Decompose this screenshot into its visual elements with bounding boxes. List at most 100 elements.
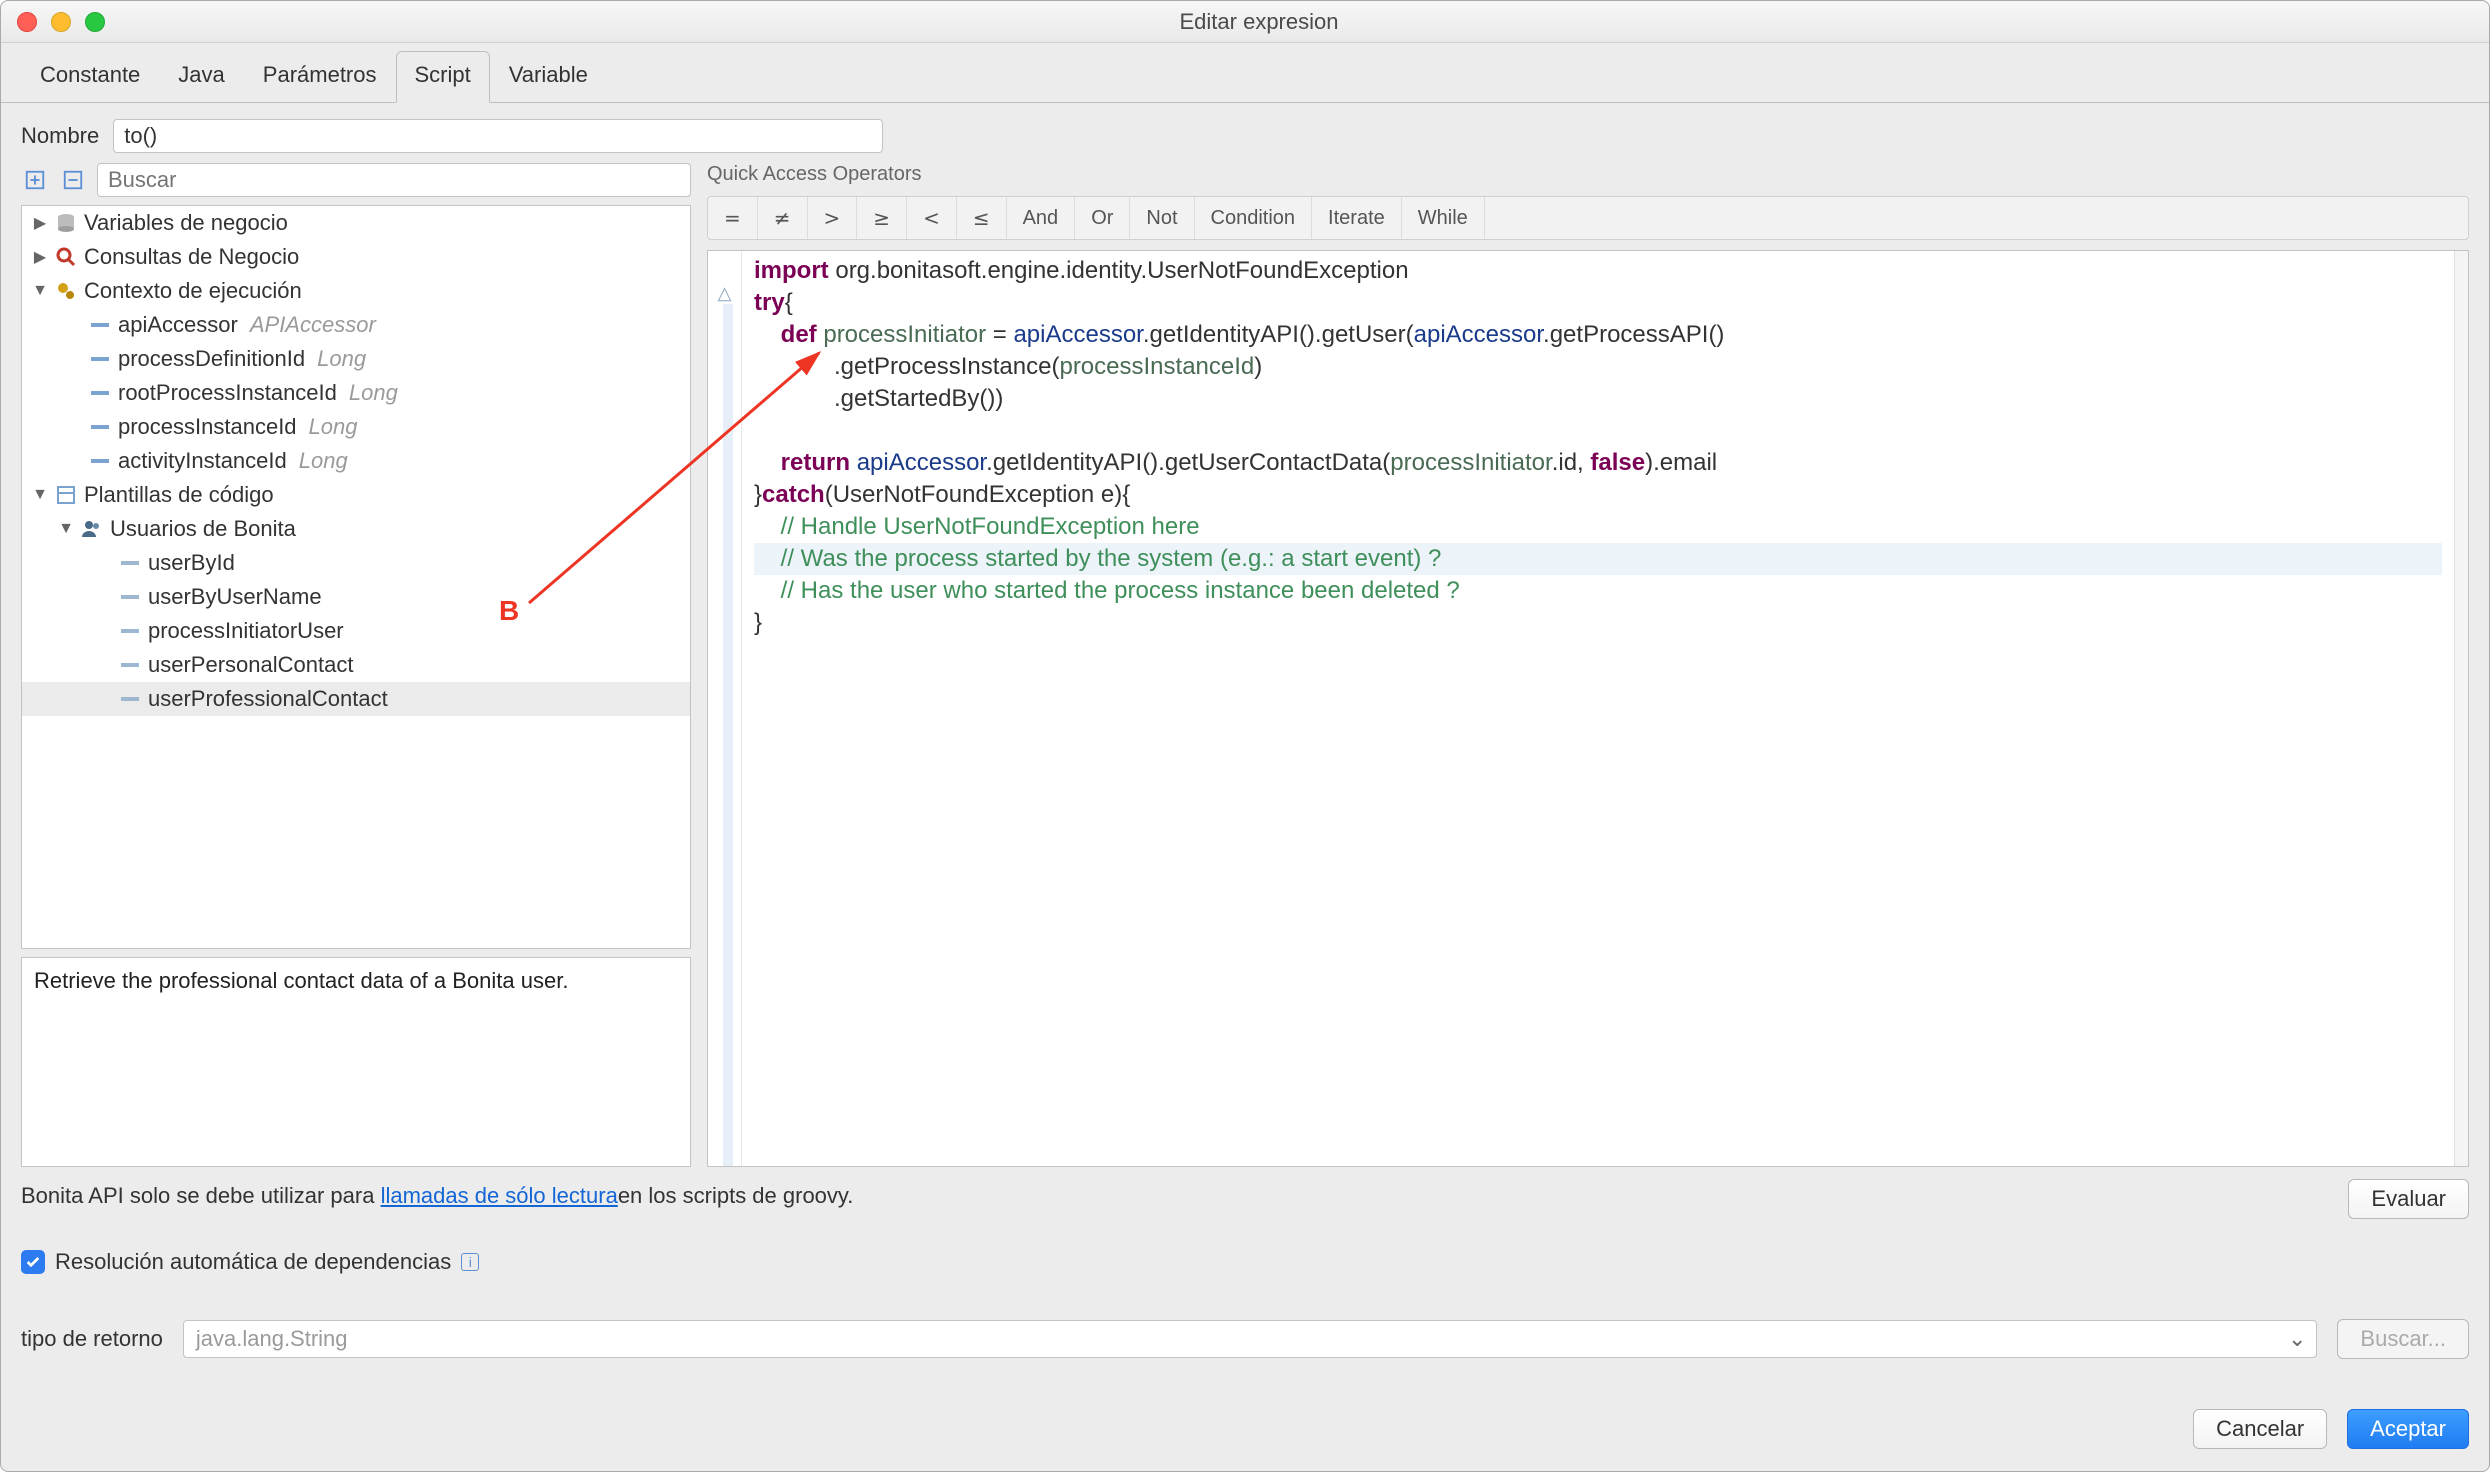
tree-label: processDefinitionId: [118, 346, 305, 372]
tree-label: processInstanceId: [118, 414, 297, 440]
type-hint: APIAccessor: [250, 312, 376, 338]
left-pane: ▶ Variables de negocio ▶ Consultas de Ne…: [21, 163, 691, 1167]
dialog-content: Nombre ▶ Variable: [1, 103, 2489, 1471]
op-or[interactable]: Or: [1075, 197, 1130, 239]
tree-node-user-item-selected[interactable]: userProfessionalContact: [22, 682, 690, 716]
dialog-window: Editar expresion Constante Java Parámetr…: [0, 0, 2490, 1472]
variable-icon: [88, 313, 112, 337]
tab-constante[interactable]: Constante: [21, 51, 159, 103]
tree-label: Consultas de Negocio: [84, 244, 299, 270]
tree-label: Contexto de ejecución: [84, 278, 302, 304]
quick-access-label: Quick Access Operators: [707, 163, 2469, 186]
tree-node-exec-context[interactable]: ▼ Contexto de ejecución: [22, 274, 690, 308]
variable-icon: [88, 415, 112, 439]
query-icon: [54, 245, 78, 269]
tree-label: Usuarios de Bonita: [110, 516, 296, 542]
op-iterate[interactable]: Iterate: [1312, 197, 1402, 239]
tree-node-user-item[interactable]: processInitiatorUser: [22, 614, 690, 648]
op-ne[interactable]: ≠: [758, 197, 808, 239]
code-text[interactable]: import org.bonitasoft.engine.identity.Us…: [742, 251, 2454, 1166]
expand-all-icon[interactable]: [21, 166, 49, 194]
template-icon: [54, 483, 78, 507]
cancel-button[interactable]: Cancelar: [2193, 1409, 2327, 1449]
tab-parametros[interactable]: Parámetros: [244, 51, 396, 103]
type-hint: Long: [317, 346, 366, 372]
titlebar: Editar expresion: [1, 1, 2489, 43]
name-row: Nombre: [21, 119, 2469, 153]
name-input[interactable]: [113, 119, 883, 153]
tree-node-business-vars[interactable]: ▶ Variables de negocio: [22, 206, 690, 240]
op-lt[interactable]: <: [907, 197, 957, 239]
tree-node-user-item[interactable]: userById: [22, 546, 690, 580]
op-while[interactable]: While: [1402, 197, 1485, 239]
tree-label: activityInstanceId: [118, 448, 287, 474]
database-icon: [54, 211, 78, 235]
op-condition[interactable]: Condition: [1195, 197, 1313, 239]
type-hint: Long: [349, 380, 398, 406]
snippet-icon: [118, 653, 142, 677]
type-hint: Long: [309, 414, 358, 440]
op-le[interactable]: ≤: [957, 197, 1007, 239]
tree-node-ctx-item[interactable]: activityInstanceId Long: [22, 444, 690, 478]
editor-scrollbar[interactable]: [2454, 251, 2468, 1166]
tree-node-user-item[interactable]: userPersonalContact: [22, 648, 690, 682]
description-text: Retrieve the professional contact data o…: [34, 968, 568, 993]
return-type-value: java.lang.String: [196, 1326, 348, 1352]
op-ge[interactable]: ≥: [857, 197, 907, 239]
code-editor[interactable]: △ import org.bonitasoft.engine.identity.…: [707, 250, 2469, 1167]
op-and[interactable]: And: [1007, 197, 1076, 239]
op-gt[interactable]: >: [808, 197, 858, 239]
tree-node-bonita-users[interactable]: ▼ Usuarios de Bonita: [22, 512, 690, 546]
fold-bar: [723, 304, 733, 1166]
arrow-down-icon[interactable]: ▼: [32, 486, 48, 504]
collapse-all-icon[interactable]: [59, 166, 87, 194]
arrow-down-icon[interactable]: ▼: [32, 282, 48, 300]
dependency-label: Resolución automática de dependencias: [55, 1249, 451, 1275]
tree-node-user-item[interactable]: userByUserName: [22, 580, 690, 614]
type-hint: Long: [299, 448, 348, 474]
evaluate-button[interactable]: Evaluar: [2348, 1179, 2469, 1219]
arrow-down-icon[interactable]: ▼: [58, 520, 74, 538]
tree-node-code-templates[interactable]: ▼ Plantillas de código: [22, 478, 690, 512]
info-icon[interactable]: i: [461, 1253, 479, 1271]
op-not[interactable]: Not: [1130, 197, 1194, 239]
fold-icon[interactable]: △: [718, 283, 732, 304]
chevron-down-icon[interactable]: ⌄: [2288, 1326, 2306, 1352]
tree-node-ctx-item[interactable]: rootProcessInstanceId Long: [22, 376, 690, 410]
tree-label: userByUserName: [148, 584, 322, 610]
return-type-row: tipo de retorno java.lang.String ⌄ Busca…: [21, 1319, 2469, 1359]
minimize-window-button[interactable]: [51, 12, 71, 32]
variable-icon: [88, 381, 112, 405]
arrow-right-icon[interactable]: ▶: [32, 247, 48, 267]
op-eq[interactable]: =: [708, 197, 758, 239]
description-panel: Retrieve the professional contact data o…: [21, 957, 691, 1167]
tree-label: Plantillas de código: [84, 482, 274, 508]
snippet-icon: [118, 585, 142, 609]
gears-icon: [54, 279, 78, 303]
dependency-checkbox[interactable]: [21, 1250, 45, 1274]
tree-label: userProfessionalContact: [148, 686, 388, 712]
snippet-icon: [118, 687, 142, 711]
tab-variable[interactable]: Variable: [490, 51, 607, 103]
tree-label: apiAccessor: [118, 312, 238, 338]
arrow-right-icon[interactable]: ▶: [32, 213, 48, 233]
tab-java[interactable]: Java: [159, 51, 243, 103]
tree-node-ctx-item[interactable]: apiAccessor APIAccessor: [22, 308, 690, 342]
return-type-combo[interactable]: java.lang.String ⌄: [183, 1320, 2318, 1358]
browse-button[interactable]: Buscar...: [2337, 1319, 2469, 1359]
close-window-button[interactable]: [17, 12, 37, 32]
window-title: Editar expresion: [105, 9, 2413, 35]
tree-label: rootProcessInstanceId: [118, 380, 337, 406]
tab-bar: Constante Java Parámetros Script Variabl…: [1, 43, 2489, 103]
accept-button[interactable]: Aceptar: [2347, 1409, 2469, 1449]
tree-node-business-queries[interactable]: ▶ Consultas de Negocio: [22, 240, 690, 274]
zoom-window-button[interactable]: [85, 12, 105, 32]
tree-node-ctx-item[interactable]: processInstanceId Long: [22, 410, 690, 444]
tree-label: Variables de negocio: [84, 210, 288, 236]
tab-script[interactable]: Script: [396, 51, 490, 103]
tree-node-ctx-item[interactable]: processDefinitionId Long: [22, 342, 690, 376]
tree-search-input[interactable]: [97, 163, 691, 197]
snippet-icon: [118, 619, 142, 643]
expression-tree[interactable]: ▶ Variables de negocio ▶ Consultas de Ne…: [21, 205, 691, 949]
window-controls: [17, 12, 105, 32]
